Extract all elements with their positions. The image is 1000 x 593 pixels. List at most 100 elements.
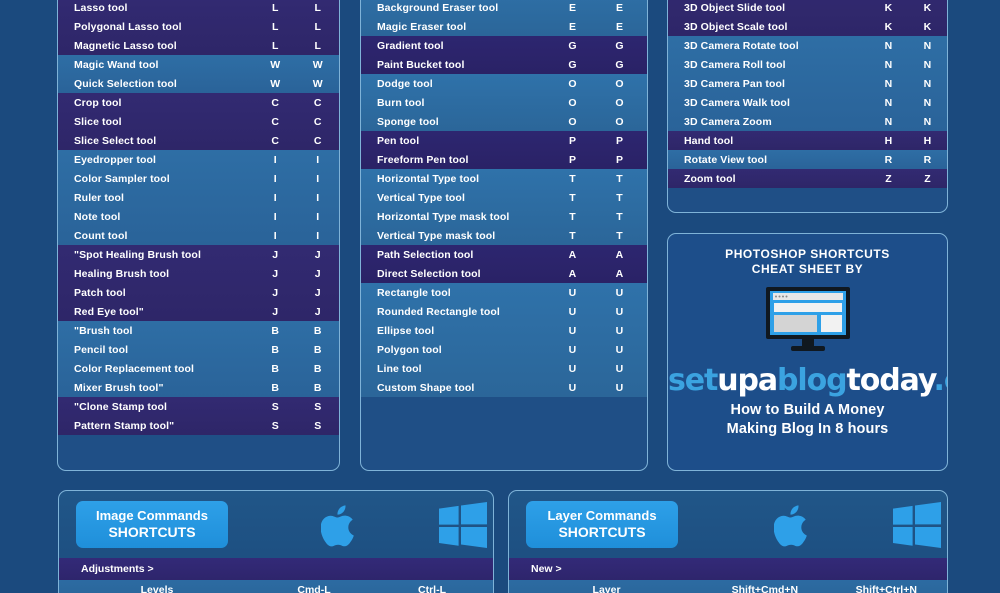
tool-win-key: U xyxy=(615,324,624,337)
tool-row: Horizontal Type tool T T xyxy=(361,169,647,188)
tool-mac-key: G xyxy=(568,58,577,71)
tool-mac-key: B xyxy=(271,324,280,337)
tool-name: Paint Bucket tool xyxy=(377,58,465,71)
tool-mac-key: I xyxy=(273,229,277,242)
tool-mac-key: O xyxy=(568,115,577,128)
tool-win-key: K xyxy=(923,1,932,14)
tool-group: "Clone Stamp tool S S Pattern Stamp tool" S S xyxy=(58,397,339,435)
tool-name: Polygonal Lasso tool xyxy=(74,20,182,33)
tool-mac-key: C xyxy=(271,134,280,147)
tool-win-key: E xyxy=(615,20,624,33)
tool-mac-key: E xyxy=(568,1,577,14)
image-commands-panel: Image Commands SHORTCUTS Adjustments > Leve… xyxy=(58,490,494,593)
tool-row: Note tool I I xyxy=(58,207,339,226)
tool-mac-key: A xyxy=(568,248,577,261)
tool-row: Zoom tool Z Z xyxy=(668,169,947,188)
tool-win-key: N xyxy=(923,39,932,52)
tool-win-key: S xyxy=(314,419,322,432)
tool-mac-key: P xyxy=(568,134,577,147)
command-panel-header: Image Commands SHORTCUTS xyxy=(59,491,493,558)
tool-mac-key: K xyxy=(884,1,893,14)
brand-tagline: How to Build A Money Making Blog In 8 ho… xyxy=(668,401,947,439)
tool-mac-key: T xyxy=(569,172,576,185)
command-section-header: Adjustments > xyxy=(59,558,493,580)
brand-title: PHOTOSHOP SHORTCUTS CHEAT SHEET BY xyxy=(668,247,947,277)
tool-row: Pattern Stamp tool" S S xyxy=(58,416,339,435)
tool-win-key: C xyxy=(313,134,322,147)
tool-name: Eyedropper tool xyxy=(74,153,157,166)
tool-name: Dodge tool xyxy=(377,77,433,90)
tool-name: "Spot Healing Brush tool xyxy=(74,248,201,261)
tool-name: Horizontal Type tool xyxy=(377,172,480,185)
tool-name: Gradient tool xyxy=(377,39,444,52)
tool-row: Red Eye tool" J J xyxy=(58,302,339,321)
tool-mac-key: I xyxy=(273,191,277,204)
command-section-header: New > xyxy=(509,558,947,580)
tool-win-key: N xyxy=(923,96,932,109)
tool-name: Line tool xyxy=(377,362,422,375)
tool-win-key: T xyxy=(616,229,623,242)
tool-mac-key: S xyxy=(271,419,279,432)
command-row: Levels Cmd-L Ctrl-L xyxy=(59,580,493,593)
tool-name: 3D Camera Walk tool xyxy=(684,96,790,109)
tool-name: Vertical Type mask tool xyxy=(377,229,496,242)
tool-row: Sponge tool O O xyxy=(361,112,647,131)
tool-row: Mixer Brush tool" B B xyxy=(58,378,339,397)
tool-win-key: T xyxy=(616,210,623,223)
tool-win-key: L xyxy=(314,20,321,33)
tool-name: Lasso tool xyxy=(74,1,128,14)
tool-row: Direct Selection tool A A xyxy=(361,264,647,283)
tool-win-key: I xyxy=(316,153,320,166)
tool-name: Custom Shape tool xyxy=(377,381,475,394)
brand-title-line1: PHOTOSHOP SHORTCUTS xyxy=(725,247,890,261)
tool-name: Direct Selection tool xyxy=(377,267,481,280)
tool-win-key: J xyxy=(314,305,321,318)
tool-name: Note tool xyxy=(74,210,121,223)
tool-mac-key: P xyxy=(568,153,577,166)
tool-name: "Brush tool xyxy=(74,324,133,337)
tool-group: "Spot Healing Brush tool J J Healing Brush … xyxy=(58,245,339,321)
tool-name: Zoom tool xyxy=(684,172,736,185)
tool-name: Ruler tool xyxy=(74,191,124,204)
tool-mac-key: J xyxy=(272,248,279,261)
windows-icon xyxy=(893,502,941,553)
tool-name: Color Sampler tool xyxy=(74,172,170,185)
tool-mac-key: I xyxy=(273,172,277,185)
tool-name: Patch tool xyxy=(74,286,126,299)
tool-mac-key: E xyxy=(568,20,577,33)
brand-logo-part: blog xyxy=(777,363,848,398)
tool-name: Healing Brush tool xyxy=(74,267,170,280)
tool-name: Rounded Rectangle tool xyxy=(377,305,500,318)
cheat-sheet-page: Elliptical Marquee toolMMLasso toolLLPol… xyxy=(0,0,1000,593)
tool-mac-key: N xyxy=(884,96,893,109)
tool-mac-key: K xyxy=(884,20,893,33)
brand-tagline-line2: Making Blog In 8 hours xyxy=(726,421,889,437)
tool-row: 3D Camera Walk tool N N xyxy=(668,93,947,112)
tool-group: Hand tool H H xyxy=(668,131,947,150)
tool-mac-key: J xyxy=(272,305,279,318)
tool-win-key: A xyxy=(615,267,624,280)
tool-mac-key: I xyxy=(273,153,277,166)
tool-name: Magic Eraser tool xyxy=(377,20,467,33)
tool-row: Gradient tool G G xyxy=(361,36,647,55)
tool-mac-key: N xyxy=(884,115,893,128)
tool-row: Polygon tool U U xyxy=(361,340,647,359)
tool-name: Ellipse tool xyxy=(377,324,435,337)
tool-row: Quick Selection tool W W xyxy=(58,74,339,93)
tool-win-key: K xyxy=(923,20,932,33)
brand-tagline-line1: How to Build A Money xyxy=(730,402,885,418)
apple-icon xyxy=(773,502,814,555)
tool-row: Rotate View tool R R xyxy=(668,150,947,169)
tool-row: Pencil tool B B xyxy=(58,340,339,359)
windows-icon xyxy=(439,502,487,548)
tool-mac-key: J xyxy=(272,267,279,280)
tool-group: 3D Object Pan toolKK3D Object Slide tool… xyxy=(668,0,947,36)
monitor-icon xyxy=(765,287,850,358)
tool-row: Crop tool C C xyxy=(58,93,339,112)
tool-row: "Brush tool B B xyxy=(58,321,339,340)
tool-mac-key: N xyxy=(884,77,893,90)
tool-win-key: U xyxy=(615,286,624,299)
tool-mac-key: J xyxy=(272,286,279,299)
tool-row: Horizontal Type mask tool T T xyxy=(361,207,647,226)
tool-win-key: H xyxy=(923,134,932,147)
